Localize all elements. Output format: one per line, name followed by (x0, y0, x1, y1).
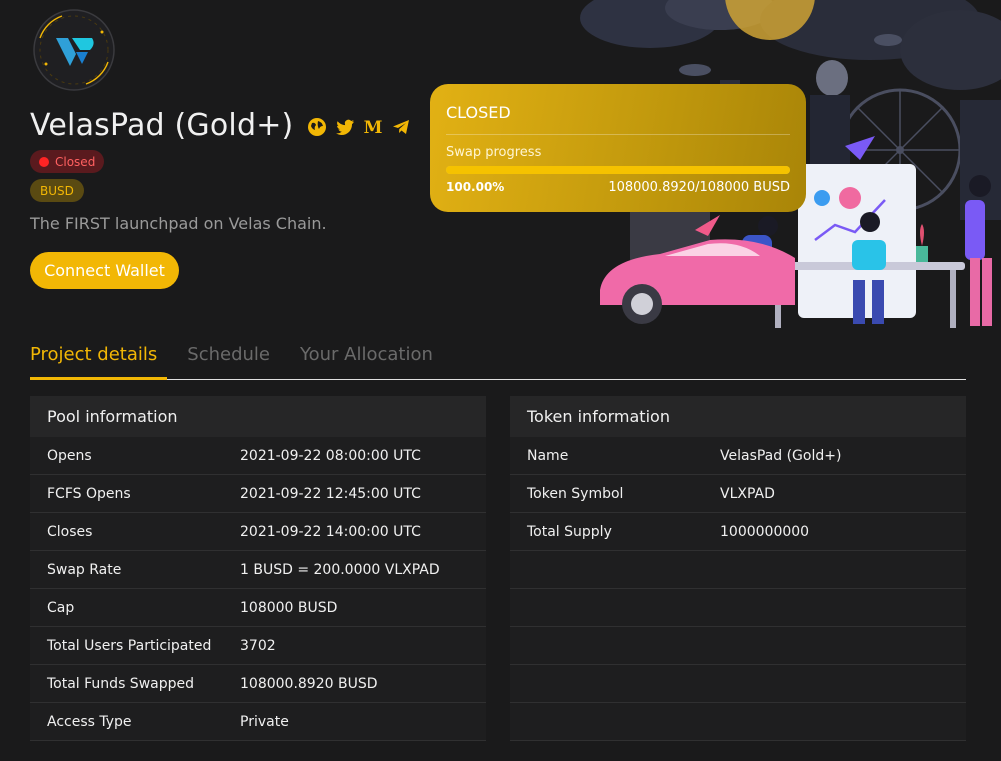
row-key: Access Type (47, 713, 132, 730)
table-row: Swap Rate 1 BUSD = 200.0000 VLXPAD (30, 551, 486, 589)
project-description: The FIRST launchpad on Velas Chain. (30, 214, 327, 233)
pool-information-title: Pool information (30, 396, 486, 437)
table-row: Token Symbol VLXPAD (510, 475, 966, 513)
progress-bar (446, 166, 790, 174)
row-value: 108000.8920 BUSD (240, 675, 378, 692)
row-key: Opens (47, 447, 92, 464)
status-label: Closed (55, 154, 96, 169)
row-key: FCFS Opens (47, 485, 131, 502)
progress-percent: 100.00% (446, 180, 505, 194)
table-row: Name VelasPad (Gold+) (510, 437, 966, 475)
row-key: Closes (47, 523, 93, 540)
table-row: Total Users Participated 3702 (30, 627, 486, 665)
row-value: 3702 (240, 637, 276, 654)
table-row (510, 627, 966, 665)
token-information-title: Token information (510, 396, 966, 437)
table-row: Total Supply 1000000000 (510, 513, 966, 551)
status-dot-icon (39, 156, 49, 167)
table-row: Cap 108000 BUSD (30, 589, 486, 627)
row-value: VLXPAD (720, 485, 775, 502)
table-row: Closes 2021-09-22 14:00:00 UTC (30, 513, 486, 551)
row-key: Total Supply (527, 523, 612, 540)
row-key: Cap (47, 599, 75, 616)
card-divider (446, 134, 790, 135)
globe-icon[interactable] (307, 117, 327, 137)
table-row: Opens 2021-09-22 08:00:00 UTC (30, 437, 486, 475)
table-row: Total Funds Swapped 108000.8920 BUSD (30, 665, 486, 703)
table-row (510, 551, 966, 589)
table-row: FCFS Opens 2021-09-22 12:45:00 UTC (30, 475, 486, 513)
row-key: Swap Rate (47, 561, 122, 578)
row-value: 2021-09-22 08:00:00 UTC (240, 447, 421, 464)
row-value: 1000000000 (720, 523, 810, 540)
row-value: 1 BUSD = 200.0000 VLXPAD (240, 561, 440, 578)
table-row: Access Type Private (30, 703, 486, 741)
row-value: VelasPad (Gold+) (720, 447, 842, 464)
social-links: M (307, 117, 411, 137)
connect-wallet-button[interactable]: Connect Wallet (30, 252, 179, 289)
token-information-table: Token information Name VelasPad (Gold+) T… (510, 396, 966, 741)
status-badge: Closed (30, 150, 105, 173)
telegram-icon[interactable] (391, 117, 411, 137)
row-key: Total Funds Swapped (47, 675, 194, 692)
tab-your-allocation[interactable]: Your Allocation (300, 332, 433, 379)
row-value: 108000 BUSD (240, 599, 338, 616)
table-row (510, 703, 966, 741)
row-value: Private (240, 713, 289, 730)
currency-badge: BUSD (30, 179, 84, 202)
pool-information-table: Pool information Opens 2021-09-22 08:00:0… (30, 396, 486, 741)
table-row (510, 589, 966, 627)
row-value: 2021-09-22 12:45:00 UTC (240, 485, 421, 502)
tab-project-details[interactable]: Project details (30, 332, 168, 380)
project-title: VelasPad (Gold+) (30, 108, 294, 143)
row-key: Name (527, 447, 569, 464)
row-key: Token Symbol (527, 485, 624, 502)
progress-amount: 108000.8920/108000 BUSD (608, 180, 790, 195)
table-row (510, 665, 966, 703)
row-value: 2021-09-22 14:00:00 UTC (240, 523, 421, 540)
swap-progress-label: Swap progress (446, 145, 542, 160)
project-logo (32, 8, 116, 92)
detail-tabs: Project details Schedule Your Allocation (30, 332, 966, 380)
row-key: Total Users Participated (47, 637, 212, 654)
twitter-icon[interactable] (335, 117, 355, 137)
svg-text:M: M (364, 118, 383, 137)
card-status: CLOSED (446, 103, 511, 122)
swap-progress-card: CLOSED Swap progress 100.00% 108000.8920… (430, 84, 806, 212)
progress-bar-fill (446, 166, 790, 174)
medium-icon[interactable]: M (363, 117, 383, 137)
tab-schedule[interactable]: Schedule (187, 332, 270, 379)
